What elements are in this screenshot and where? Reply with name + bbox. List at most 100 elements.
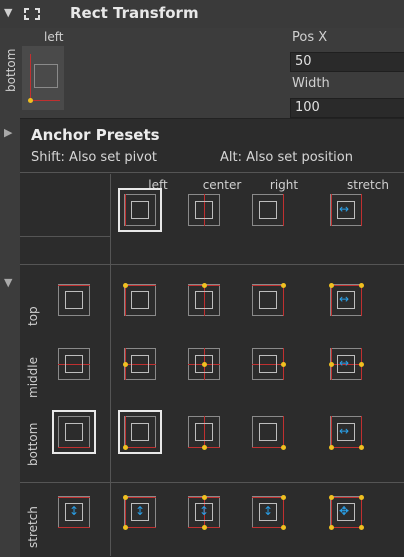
rect-transform-header <box>0 0 404 28</box>
mini-top-label: left <box>44 30 64 44</box>
anchor-line <box>252 527 284 528</box>
row-label-stretch: stretch <box>26 506 40 548</box>
pivot-dot <box>359 283 364 288</box>
preset-inner-rect <box>259 291 277 309</box>
anchor-preset-vertical-stretch[interactable]: ↕ <box>52 490 96 534</box>
anchor-line <box>58 285 90 286</box>
pivot-dot <box>359 362 364 367</box>
anchor-preset-horizontal-stretch[interactable]: ↔ <box>324 188 368 232</box>
anchor-preset-vertical-bottom[interactable] <box>52 410 96 454</box>
stretch-arrow-icon: ↕ <box>135 504 146 518</box>
anchor-line <box>58 527 90 528</box>
anchor-preset-stretch-center[interactable]: ↕ <box>182 490 226 534</box>
anchor-line <box>283 194 284 226</box>
foldout-arrow-icon[interactable]: ▶ <box>4 126 12 139</box>
divider <box>20 172 404 173</box>
pivot-dot <box>329 283 334 288</box>
pivot-dot <box>202 525 207 530</box>
anchor-line <box>361 284 362 316</box>
pivot-dot <box>123 525 128 530</box>
anchor-line <box>252 285 284 286</box>
pivot-dot <box>281 445 286 450</box>
divider <box>110 174 111 556</box>
anchor-line <box>330 497 362 498</box>
anchor-preset-stretch-stretch[interactable]: ✥ <box>324 490 368 534</box>
anchor-preset-horizontal-center[interactable] <box>182 188 226 232</box>
pivot-dot <box>202 445 207 450</box>
divider <box>20 236 110 237</box>
divider <box>20 482 404 483</box>
anchor-preset-vertical-middle[interactable] <box>52 342 96 386</box>
row-label-top: top <box>26 306 40 326</box>
popup-title: Anchor Presets <box>31 126 160 144</box>
shift-hint: Shift: Also set pivot <box>31 150 158 165</box>
anchor-preset-button[interactable] <box>22 46 64 110</box>
anchor-preset-top-center[interactable] <box>182 278 226 322</box>
selection-frame <box>52 410 96 454</box>
selection-frame <box>118 188 162 232</box>
row-label-middle: middle <box>26 357 40 398</box>
anchor-preset-bottom-stretch[interactable]: ↔ <box>324 410 368 454</box>
pivot-dot <box>359 525 364 530</box>
anchor-line <box>283 496 284 528</box>
selection-frame <box>118 410 162 454</box>
width-field[interactable]: 100 <box>290 98 404 118</box>
pivot-dot <box>123 362 128 367</box>
stretch-arrow-icon: ↔ <box>339 424 350 438</box>
pivot-dot <box>123 283 128 288</box>
preset-inner-rect <box>65 291 83 309</box>
foldout-arrow-icon[interactable]: ▼ <box>4 276 12 289</box>
pivot-dot <box>359 445 364 450</box>
anchor-preset-bottom-center[interactable] <box>182 410 226 454</box>
pivot-dot <box>329 495 334 500</box>
anchor-preset-horizontal-right[interactable] <box>246 188 290 232</box>
row-label-bottom: bottom <box>26 422 40 466</box>
anchor-line <box>331 496 332 528</box>
anchor-preset-stretch-right[interactable]: ↕ <box>246 490 290 534</box>
pos-x-field[interactable]: 50 <box>290 52 404 72</box>
anchor-line <box>124 527 156 528</box>
preset-inner-rect <box>131 355 149 373</box>
anchor-line <box>125 284 126 316</box>
pivot-dot <box>281 283 286 288</box>
anchor-line <box>330 527 362 528</box>
pivot-dot <box>202 362 207 367</box>
width-label: Width <box>292 76 330 91</box>
anchor-line <box>283 284 284 316</box>
anchor-line <box>252 447 284 448</box>
anchor-preset-middle-right[interactable] <box>246 342 290 386</box>
anchor-line <box>330 285 362 286</box>
rect-tool-icon <box>20 4 44 24</box>
anchor-line <box>58 497 90 498</box>
alt-hint: Alt: Also set position <box>220 150 353 165</box>
pivot-dot <box>202 283 207 288</box>
stretch-arrow-icon: ✥ <box>339 504 350 518</box>
stretch-arrow-icon: ↕ <box>69 504 80 518</box>
anchor-preset-middle-left[interactable] <box>118 342 162 386</box>
pivot-dot <box>281 362 286 367</box>
preset-inner-rect <box>195 291 213 309</box>
preset-inner-rect <box>65 355 83 373</box>
anchor-preset-horizontal-left[interactable] <box>118 188 162 232</box>
anchor-line <box>331 194 332 226</box>
anchor-line <box>125 496 126 528</box>
anchor-preset-top-right[interactable] <box>246 278 290 322</box>
component-title: Rect Transform <box>70 4 199 22</box>
preset-inner-rect <box>259 423 277 441</box>
pivot-dot <box>329 362 334 367</box>
pos-x-label: Pos X <box>292 30 328 45</box>
stretch-arrow-icon: ↔ <box>339 292 350 306</box>
anchor-preset-middle-stretch[interactable]: ↔ <box>324 342 368 386</box>
anchor-preset-stretch-left[interactable]: ↕ <box>118 490 162 534</box>
anchor-preset-vertical-top[interactable] <box>52 278 96 322</box>
anchor-preset-top-stretch[interactable]: ↔ <box>324 278 368 322</box>
anchor-line <box>124 497 156 498</box>
anchor-preset-bottom-left[interactable] <box>118 410 162 454</box>
anchor-preset-top-left[interactable] <box>118 278 162 322</box>
preset-inner-rect <box>259 201 277 219</box>
collapse-arrow-icon[interactable]: ▼ <box>4 6 12 19</box>
pivot-dot <box>202 495 207 500</box>
anchor-preset-bottom-right[interactable] <box>246 410 290 454</box>
anchor-preset-middle-center[interactable] <box>182 342 226 386</box>
pivot-dot <box>281 495 286 500</box>
